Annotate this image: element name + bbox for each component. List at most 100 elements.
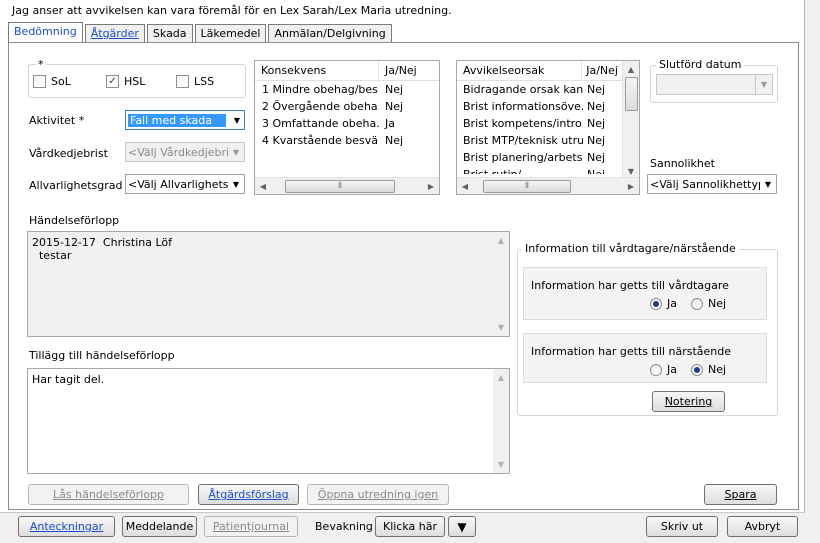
chevron-down-icon[interactable]: ▼ xyxy=(760,180,776,189)
tillagg-input[interactable]: Har tagit del. xyxy=(27,368,510,474)
oppna-utredning-button[interactable]: Öppna utredning igen xyxy=(307,484,449,505)
radio-icon[interactable] xyxy=(650,363,662,376)
allvarlighetsgrad-label: Allvarlighetsgrad xyxy=(29,179,123,192)
slutford-datum-picker[interactable]: ▼ xyxy=(656,74,773,95)
tab-skada[interactable]: Skada xyxy=(146,24,193,42)
sol-checkbox[interactable]: SoL xyxy=(33,75,71,88)
scroll-right-icon[interactable]: ▶ xyxy=(623,178,639,195)
list-item-name: Brist kompetens/intro... xyxy=(463,117,583,130)
list-item[interactable]: Brist kompetens/intro... Nej xyxy=(457,115,639,132)
vardtagare-ja-radio[interactable]: Ja xyxy=(650,297,677,310)
hsl-checkbox[interactable]: ✓ HSL xyxy=(106,75,145,88)
list-item[interactable]: 2 Övergående obeha... Nej xyxy=(255,98,439,115)
tillagg-scrollbar[interactable]: ▲ ▼ xyxy=(493,369,509,473)
sol-checkbox-box[interactable] xyxy=(33,75,46,88)
konsekvens-hscrollbar[interactable]: ◀ ⦀ ▶ xyxy=(255,177,439,194)
avvikelseorsak-hscrollbar[interactable]: ◀ ⦀ ▶ xyxy=(457,177,639,194)
scroll-left-icon[interactable]: ◀ xyxy=(255,178,271,195)
las-handelseforlopp-button[interactable]: Lås händelseförlopp xyxy=(28,484,189,505)
tab-anmalan-delgivning[interactable]: Anmälan/Delgivning xyxy=(268,24,392,42)
allvarlighetsgrad-value: <Välj Allvarlighetsgra xyxy=(128,177,228,191)
list-item-name: 4 Kvarstående besvä... xyxy=(262,134,379,147)
scroll-left-icon[interactable]: ◀ xyxy=(457,178,473,195)
skriv-ut-button[interactable]: Skriv ut xyxy=(646,516,718,537)
spara-button[interactable]: Spara xyxy=(704,484,777,505)
handelseforlopp-text: 2015-12-17 Christina Löf testar xyxy=(27,231,510,337)
konsekvens-col-header[interactable]: Konsekvens xyxy=(255,61,379,80)
chevron-down-icon[interactable]: ▼ xyxy=(228,148,244,157)
ja-nej-col-header[interactable]: Ja/Nej xyxy=(379,61,439,80)
avvikelseorsak-col-header[interactable]: Avvikelseorsak xyxy=(457,61,583,80)
scroll-right-icon[interactable]: ▶ xyxy=(423,178,439,195)
scroll-thumb[interactable] xyxy=(624,77,638,111)
meddelande-button[interactable]: Meddelande xyxy=(122,516,197,537)
list-item-value: Ja xyxy=(385,117,395,130)
chevron-down-icon[interactable]: ▼ xyxy=(228,180,244,189)
list-item[interactable]: Brist MTP/teknisk utru... Nej xyxy=(457,132,639,149)
scroll-down-icon[interactable]: ▼ xyxy=(493,319,509,336)
chevron-down-icon[interactable]: ▼ xyxy=(756,80,772,89)
scroll-up-icon[interactable]: ▲ xyxy=(493,232,509,249)
scroll-up-icon[interactable]: ▲ xyxy=(493,369,509,386)
list-item-value: Nej xyxy=(587,117,606,130)
lss-checkbox-box[interactable] xyxy=(176,75,189,88)
sannolikhet-select[interactable]: <Välj Sannolikhettyp> ▼ xyxy=(647,174,777,194)
scroll-up-icon[interactable]: ▲ xyxy=(623,61,639,77)
tab-bedomning[interactable]: Bedömning xyxy=(8,22,83,43)
list-item[interactable]: 3 Omfattande obeha... Ja xyxy=(255,115,439,132)
radio-label: Ja xyxy=(667,363,677,376)
lss-label: LSS xyxy=(194,75,215,88)
avvikelseorsak-header: Avvikelseorsak Ja/Nej xyxy=(457,61,622,81)
list-item-value: Nej xyxy=(587,134,606,147)
slutford-datum-value xyxy=(659,75,756,94)
list-item-name: 2 Övergående obeha... xyxy=(262,100,379,113)
sannolikhet-label: Sannolikhet xyxy=(650,157,715,170)
list-item-value: Nej xyxy=(385,134,404,147)
scroll-down-icon[interactable]: ▼ xyxy=(493,456,509,473)
radio-selected-icon[interactable] xyxy=(650,297,662,310)
scroll-thumb[interactable]: ⦀ xyxy=(285,179,395,193)
lss-checkbox[interactable]: LSS xyxy=(176,75,214,88)
allvarlighetsgrad-select[interactable]: <Välj Allvarlighetsgra ▼ xyxy=(125,174,245,194)
required-marker: * xyxy=(36,58,46,71)
tab-atgarder[interactable]: Åtgärder xyxy=(84,24,145,42)
list-item[interactable]: Brist planering/arbets... Nej xyxy=(457,149,639,166)
handelseforlopp-scrollbar[interactable]: ▲ ▼ xyxy=(493,232,509,336)
radio-label: Nej xyxy=(708,297,727,310)
list-item[interactable]: Brist rutin/... Nej xyxy=(457,166,639,174)
list-item-value: Nej xyxy=(385,83,404,96)
radio-label: Nej xyxy=(708,363,727,376)
list-item[interactable]: 1 Mindre obehag/bes... Nej xyxy=(255,81,439,98)
list-item[interactable]: Bidragande orsak kan... Nej xyxy=(457,81,639,98)
radio-icon[interactable] xyxy=(691,297,703,310)
narstaende-ja-radio[interactable]: Ja xyxy=(650,363,677,376)
avvikelseorsak-vscrollbar[interactable]: ▲ ▼ xyxy=(622,61,639,179)
klicka-har-button[interactable]: Klicka här xyxy=(375,516,445,537)
tab-lakemedel[interactable]: Läkemedel xyxy=(194,24,267,42)
atgardsforslag-button[interactable]: Åtgärdsförslag xyxy=(198,484,299,505)
list-item[interactable]: Brist informationsöve... Nej xyxy=(457,98,639,115)
konsekvens-list[interactable]: Konsekvens Ja/Nej 1 Mindre obehag/bes...… xyxy=(254,60,440,195)
vardkedjebrist-select[interactable]: <Välj Vårdkedjebrist> ▼ xyxy=(125,142,245,162)
list-item-name: Brist informationsöve... xyxy=(463,100,583,113)
chevron-down-icon[interactable]: ▼ xyxy=(230,116,244,125)
checkmark-icon[interactable]: ✓ xyxy=(106,75,119,88)
avbryt-button[interactable]: Avbryt xyxy=(727,516,798,537)
notering-button[interactable]: Notering xyxy=(652,391,725,412)
vardtagare-nej-radio[interactable]: Nej xyxy=(691,297,726,310)
list-item[interactable]: 4 Kvarstående besvä... Nej xyxy=(255,132,439,149)
scroll-thumb[interactable]: ⦀ xyxy=(483,179,571,193)
ja-nej-col-header[interactable]: Ja/Nej xyxy=(582,61,622,80)
avvikelseorsak-list[interactable]: Avvikelseorsak Ja/Nej Bidragande orsak k… xyxy=(456,60,640,195)
narstaende-nej-radio[interactable]: Nej xyxy=(691,363,726,376)
narstaende-label: Information har getts till närstående xyxy=(531,345,731,358)
vardtagare-radio-group: Ja Nej xyxy=(650,297,740,310)
list-item-name: 1 Mindre obehag/bes... xyxy=(262,83,379,96)
patientjournal-button[interactable]: Patientjournal xyxy=(204,516,298,537)
bevakning-dropdown-button[interactable]: ▼ xyxy=(448,516,476,537)
radio-selected-icon[interactable] xyxy=(691,363,703,376)
aktivitet-select[interactable]: Fall med skada ▼ xyxy=(125,110,245,130)
list-item-value: Nej xyxy=(587,100,606,113)
aktivitet-value: Fall med skada xyxy=(128,113,226,127)
anteckningar-button[interactable]: Anteckningar xyxy=(18,516,115,537)
